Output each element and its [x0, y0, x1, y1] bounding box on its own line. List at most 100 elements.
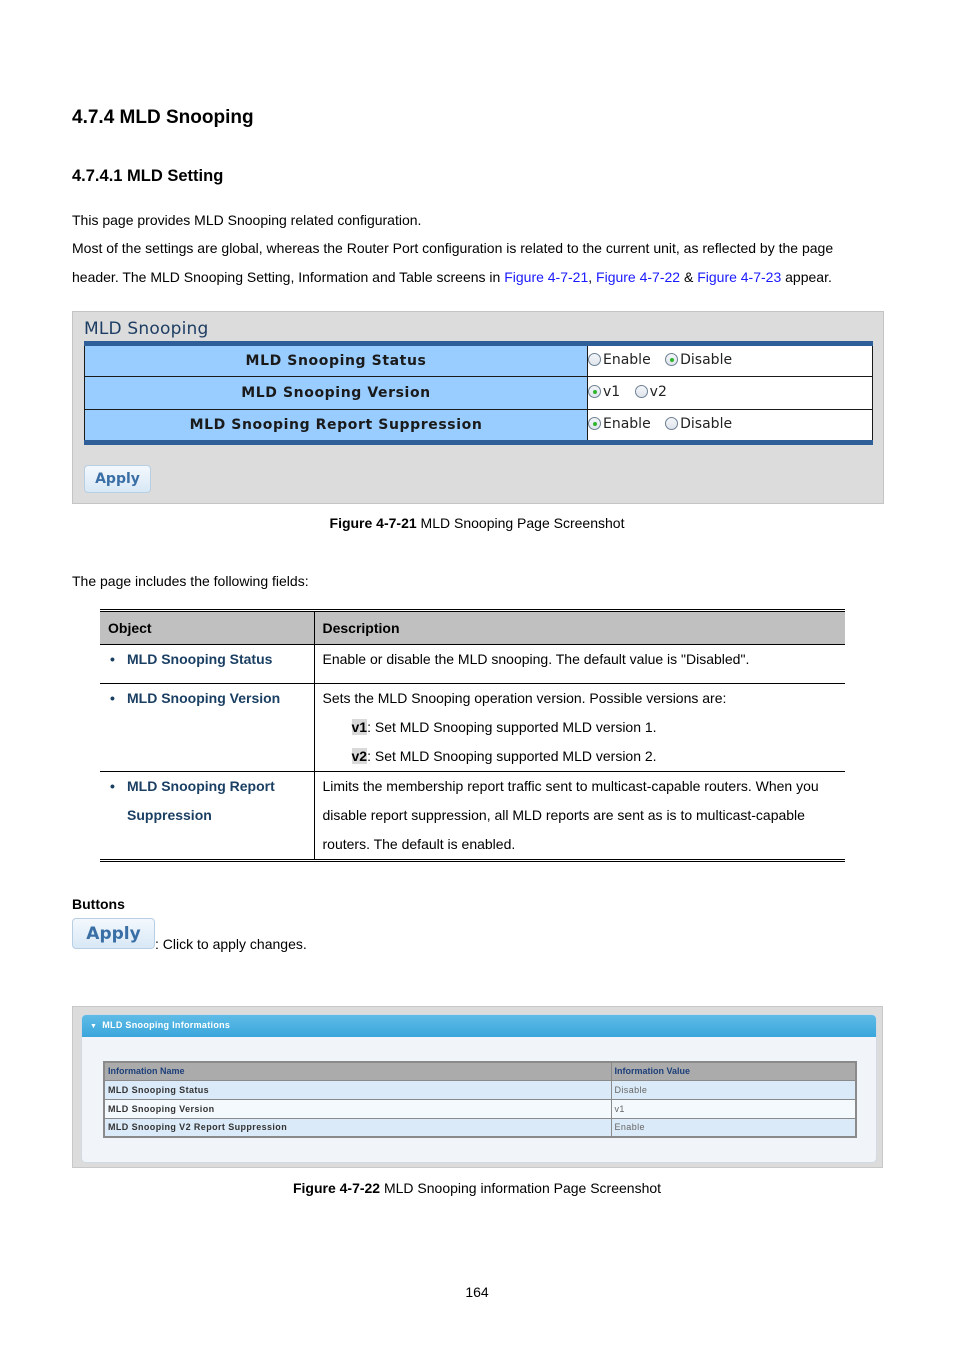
figure-4-7-22-link[interactable]: Figure 4-7-22 [596, 269, 680, 285]
apply-button-sample[interactable]: Apply [72, 918, 155, 949]
radio-label: v1 [603, 383, 621, 400]
table-row: MLD Snooping Version v1 [103, 1098, 857, 1119]
bullet-icon: • [110, 690, 115, 706]
setting-row-version: MLD Snooping Version v1 v2 [84, 376, 873, 410]
fields-intro: The page includes the following fields: [72, 573, 309, 589]
table-row: • MLD Snooping Report Suppression Limits … [100, 771, 845, 861]
info-name: MLD Snooping Status [103, 1079, 612, 1100]
radio-label: v2 [649, 383, 667, 400]
option-key: v2 [351, 748, 368, 764]
table-header-row: Object Description [100, 610, 845, 645]
version-option: v2: Set MLD Snooping supported MLD versi… [323, 742, 838, 771]
object-name: MLD Snooping Status [127, 651, 273, 667]
description-cell: Sets the MLD Snooping operation version.… [314, 683, 845, 772]
collapse-triangle-icon: ▼ [90, 1023, 98, 1030]
info-value: v1 [610, 1098, 857, 1119]
object-cell: • MLD Snooping Version [100, 683, 315, 772]
section-title: 4.7.4 MLD Snooping [72, 107, 254, 128]
apply-description: : Click to apply changes. [155, 936, 307, 952]
description-text: Sets the MLD Snooping operation version.… [322, 690, 727, 706]
radio-off-icon [588, 353, 601, 367]
status-enable-radio[interactable]: Enable [588, 352, 651, 368]
intro-line-3-text: header. The MLD Snooping Setting, Inform… [72, 269, 505, 285]
radio-on-icon [588, 417, 601, 431]
mld-snooping-panel: MLD Snooping MLD Snooping Status Enable … [72, 311, 884, 504]
info-panel-title: MLD Snooping Informations [102, 1020, 231, 1030]
info-table: Information Name Information Value MLD S… [103, 1061, 857, 1138]
info-value: Disable [610, 1079, 857, 1100]
suppression-enable-radio[interactable]: Enable [588, 416, 651, 432]
info-panel-body: ▼ MLD Snooping Informations Information N… [81, 1014, 877, 1163]
setting-label: MLD Snooping Version [84, 376, 588, 410]
caption-label: Figure 4-7-22 [292, 1180, 381, 1196]
setting-label: MLD Snooping Status [84, 343, 588, 377]
radio-label: Disable [680, 415, 733, 432]
intro-line-2: Most of the settings are global, whereas… [72, 240, 834, 256]
description-cell: Enable or disable the MLD snooping. The … [314, 644, 845, 684]
figure-caption: Figure 4-7-22 MLD Snooping information P… [0, 1180, 954, 1196]
radio-label: Enable [603, 415, 651, 432]
object-cell: • MLD Snooping Status [100, 644, 315, 684]
radio-on-icon [588, 385, 601, 399]
setting-value: Enable Disable [587, 343, 873, 377]
object-name-cont: Suppression [127, 807, 212, 823]
column-header-name: Information Name [103, 1061, 612, 1081]
setting-row-report-suppression: MLD Snooping Report Suppression Enable D… [84, 409, 873, 443]
intro-line-1: This page provides MLD Snooping related … [72, 212, 422, 228]
subsection-title: 4.7.4.1 MLD Setting [72, 167, 224, 185]
info-name: MLD Snooping V2 Report Suppression [103, 1117, 612, 1138]
version-v1-radio[interactable]: v1 [588, 384, 620, 400]
description-text: disable report suppression, all MLD repo… [322, 807, 805, 823]
table-row: MLD Snooping Status Disable [103, 1079, 857, 1100]
radio-label: Disable [680, 351, 733, 368]
figure-4-7-23-link[interactable]: Figure 4-7-23 [697, 269, 781, 285]
status-disable-radio[interactable]: Disable [665, 352, 732, 368]
option-key: v1 [351, 719, 368, 735]
version-option: v1: Set MLD Snooping supported MLD versi… [323, 713, 838, 742]
caption-text: MLD Snooping Page Screenshot [416, 515, 625, 531]
setting-value: v1 v2 [587, 376, 873, 410]
radio-label: Enable [603, 351, 651, 368]
setting-label: MLD Snooping Report Suppression [84, 409, 588, 443]
mld-settings-table: MLD Snooping Status Enable Disable MLD S… [84, 341, 873, 445]
fields-description-table: Object Description • MLD Snooping Status … [100, 609, 845, 862]
column-header-value: Information Value [610, 1061, 857, 1081]
object-cell: • MLD Snooping Report Suppression [100, 771, 315, 861]
radio-off-icon [634, 385, 648, 399]
intro-line-3: header. The MLD Snooping Setting, Inform… [72, 268, 832, 286]
info-panel-header[interactable]: ▼ MLD Snooping Informations [82, 1015, 876, 1037]
suppression-disable-radio[interactable]: Disable [665, 416, 732, 432]
apply-button[interactable]: Apply [84, 465, 151, 493]
setting-value: Enable Disable [587, 409, 873, 443]
option-text: : Set MLD Snooping supported MLD version… [367, 748, 657, 764]
object-name: MLD Snooping Report [127, 778, 275, 794]
mld-info-panel: ▼ MLD Snooping Informations Information N… [72, 1006, 883, 1168]
description-text: routers. The default is enabled. [322, 836, 516, 852]
table-row: MLD Snooping V2 Report Suppression Enabl… [103, 1117, 857, 1138]
info-name: MLD Snooping Version [103, 1098, 612, 1119]
info-header-row: Information Name Information Value [103, 1061, 857, 1081]
figure-caption: Figure 4-7-21 MLD Snooping Page Screensh… [0, 515, 954, 531]
info-value: Enable [610, 1117, 857, 1138]
figure-4-7-21-link[interactable]: Figure 4-7-21 [504, 269, 588, 285]
intro-line-3-end: appear. [781, 269, 832, 285]
caption-label: Figure 4-7-21 [329, 515, 417, 531]
radio-off-icon [665, 417, 679, 431]
radio-on-icon [665, 353, 679, 367]
buttons-heading: Buttons [72, 896, 125, 912]
bullet-icon: • [110, 651, 115, 667]
table-row: • MLD Snooping Version Sets the MLD Snoop… [100, 683, 845, 772]
bullet-icon: • [110, 778, 115, 794]
separator: & [680, 269, 698, 285]
separator: , [588, 269, 597, 285]
caption-text: MLD Snooping information Page Screenshot [380, 1180, 662, 1196]
setting-row-status: MLD Snooping Status Enable Disable [84, 343, 873, 377]
table-row: • MLD Snooping Status Enable or disable t… [100, 644, 845, 684]
object-name: MLD Snooping Version [127, 690, 281, 706]
option-text: : Set MLD Snooping supported MLD version… [367, 719, 657, 735]
column-header-object: Object [100, 610, 315, 645]
panel-title: MLD Snooping [84, 319, 209, 339]
description-text: Limits the membership report traffic sen… [322, 778, 819, 794]
version-v2-radio[interactable]: v2 [634, 383, 667, 400]
page-number: 164 [465, 1284, 489, 1300]
